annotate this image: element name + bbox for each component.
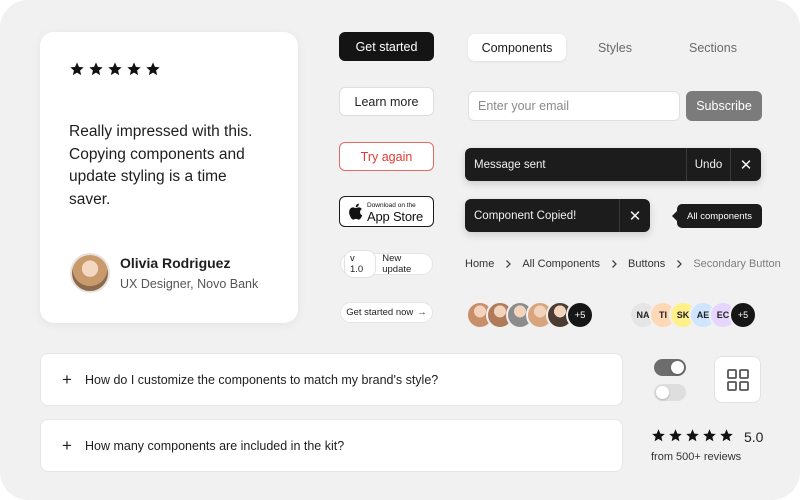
toast-message: Component Copied! — [474, 209, 577, 222]
testimonial-card: Really impressed with this. Copying comp… — [40, 32, 298, 323]
star-icon — [108, 62, 122, 76]
version-number: v 1.0 — [344, 250, 377, 278]
testimonial-name: Olivia Rodriguez — [120, 255, 231, 271]
close-icon[interactable]: ✕ — [619, 199, 650, 232]
grid-icon — [726, 368, 749, 391]
breadcrumb-home[interactable]: Home — [465, 258, 494, 270]
plus-icon: + — [62, 435, 72, 455]
close-icon[interactable]: ✕ — [730, 148, 761, 181]
faq-item[interactable]: + How many components are included in th… — [40, 419, 623, 472]
testimonial-role: UX Designer, Novo Bank — [120, 277, 259, 291]
tab-styles[interactable]: Styles — [566, 34, 664, 61]
faq-question: How many components are included in the … — [85, 438, 345, 453]
star-icon — [652, 429, 665, 442]
get-started-button[interactable]: Get started — [339, 32, 434, 61]
undo-button[interactable]: Undo — [686, 148, 730, 181]
star-icon — [70, 62, 84, 76]
avatar-group: +5 — [466, 301, 594, 329]
testimonial-stars — [69, 61, 161, 77]
version-label: New update — [382, 253, 412, 275]
toast-component-copied: Component Copied! ✕ — [465, 199, 650, 232]
breadcrumb: Home All Components Buttons Secondary Bu… — [465, 257, 781, 271]
rating-stars — [651, 428, 734, 443]
star-icon — [127, 62, 141, 76]
star-icon — [146, 62, 160, 76]
toggle-on[interactable] — [654, 359, 686, 376]
testimonial-quote: Really impressed with this. Copying comp… — [69, 123, 253, 208]
star-icon — [703, 429, 716, 442]
tab-bar: Components Styles Sections — [468, 34, 762, 61]
try-again-button[interactable]: Try again — [339, 142, 434, 171]
toggle-off[interactable] — [654, 384, 686, 401]
tooltip: All components — [672, 204, 762, 228]
canvas: Really impressed with this. Copying comp… — [0, 0, 800, 500]
rating-score: 5.0 — [744, 429, 764, 445]
app-store-label: App Store — [367, 209, 424, 224]
breadcrumb-current: Secondary Button — [693, 258, 781, 270]
grid-view-button[interactable] — [714, 356, 761, 403]
toggle-knob — [656, 386, 669, 399]
version-badge[interactable]: v 1.0 New update — [340, 250, 433, 278]
learn-more-button[interactable]: Learn more — [339, 87, 434, 116]
email-field[interactable] — [468, 91, 680, 121]
breadcrumb-all-components[interactable]: All Components — [522, 258, 600, 270]
app-store-button[interactable]: Download on the App Store — [339, 196, 434, 227]
arrow-right-icon: → — [417, 307, 427, 318]
faq-item[interactable]: + How do I customize the components to m… — [40, 353, 623, 406]
breadcrumb-buttons[interactable]: Buttons — [628, 258, 665, 270]
star-icon — [669, 429, 682, 442]
plus-icon: + — [62, 369, 72, 389]
chevron-right-icon — [677, 260, 683, 268]
tab-components[interactable]: Components — [468, 34, 566, 61]
star-icon — [720, 429, 733, 442]
initials-avatar-group: NA TI SK AE EC +5 — [629, 301, 757, 329]
chevron-right-icon — [612, 260, 617, 268]
toast-message-sent: Message sent Undo ✕ — [465, 148, 761, 181]
subscribe-button[interactable]: Subscribe — [686, 91, 762, 121]
tab-sections[interactable]: Sections — [664, 34, 762, 61]
apple-icon — [349, 203, 363, 220]
star-icon — [686, 429, 699, 442]
rating-count: from 500+ reviews — [651, 451, 742, 463]
toggle-knob — [671, 361, 684, 374]
initials-more-count[interactable]: +5 — [729, 301, 757, 329]
app-store-caption: Download on the — [367, 202, 416, 209]
faq-question: How do I customize the components to mat… — [85, 372, 439, 387]
toast-message: Message sent — [474, 158, 546, 171]
avatar — [70, 253, 110, 293]
avatar-more-count[interactable]: +5 — [566, 301, 594, 329]
star-icon — [89, 62, 103, 76]
get-started-now-label: Get started now — [346, 307, 414, 318]
chevron-right-icon — [506, 260, 512, 268]
get-started-now-button[interactable]: Get started now → — [340, 302, 433, 323]
